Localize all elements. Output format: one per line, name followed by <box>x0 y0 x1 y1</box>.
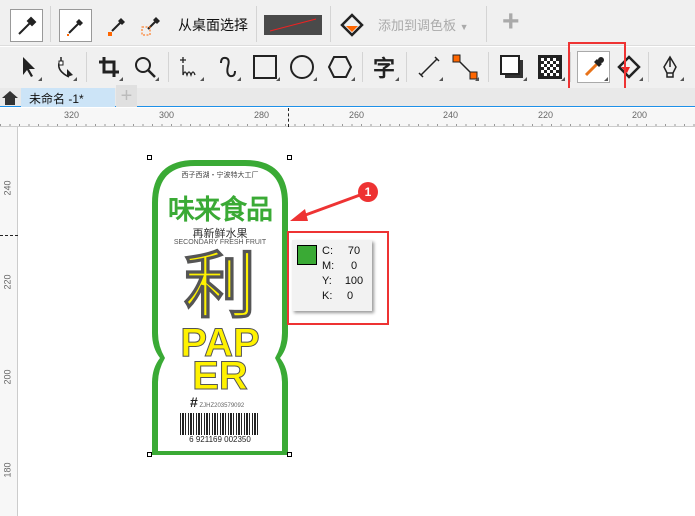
ruler-label: 300 <box>159 110 175 120</box>
chevron-down-icon: ▼ <box>459 22 469 32</box>
pick-from-desktop-button[interactable]: 从桌面选择 <box>178 15 248 35</box>
eyedropper-icon <box>141 16 160 35</box>
magnifier-icon <box>135 57 156 78</box>
horizontal-ruler[interactable]: 320 300 280 260 240 220 200 <box>0 108 695 127</box>
property-bar: 从桌面选择 添加到调色板 ▼ + <box>0 0 695 46</box>
tab-document[interactable]: 未命名 -1* <box>21 88 115 107</box>
ruler-label: 240 <box>2 180 13 196</box>
transparency-tool[interactable] <box>534 52 566 82</box>
label-top-line: 西子西湖・宁波特大工厂 <box>181 172 259 179</box>
dimension-line-icon <box>418 56 440 78</box>
label-code: # ZJHZ203579092 <box>190 394 245 410</box>
crop-tool[interactable] <box>94 52 124 82</box>
color-swatch <box>297 245 317 265</box>
ruler-label: 200 <box>2 369 13 385</box>
y-value: 100 <box>344 275 364 287</box>
label-big-en-2: ER <box>192 354 249 398</box>
dimension-tool[interactable] <box>414 52 444 82</box>
eyedropper-mode-button[interactable] <box>10 9 43 42</box>
ellipse-tool[interactable] <box>286 52 318 82</box>
annotation-badge: 1 <box>358 182 378 202</box>
m-label: M: <box>322 260 335 272</box>
color-tooltip: C: 70 M: 0 Y: 100 K: 0 <box>292 240 372 311</box>
m-value: 0 <box>350 260 358 272</box>
ruler-label: 280 <box>254 110 270 120</box>
k-label: K: <box>322 290 333 302</box>
k-value: 0 <box>346 290 354 302</box>
eyedropper-icon <box>107 17 125 36</box>
eyedropper-icon <box>17 16 36 35</box>
fill-bucket-icon <box>340 13 364 37</box>
color-preview <box>264 15 322 35</box>
add-to-palette-label: 添加到调色板 <box>378 18 457 33</box>
label-subtitle-en: SECONDARY FRESH FRUIT <box>173 239 267 246</box>
apply-color-button[interactable] <box>337 10 367 40</box>
label-brand: 味来食品 <box>168 195 273 225</box>
ruler-label: 240 <box>443 110 459 120</box>
polygon-tool[interactable] <box>324 52 356 82</box>
arrow-pointer-icon <box>23 57 35 77</box>
vertical-ruler[interactable]: 240 220 200 180 <box>0 127 18 516</box>
artistic-media-tool[interactable] <box>212 52 242 82</box>
sample-selection-button[interactable] <box>134 9 167 42</box>
barcode-number: 6 921169 002350 <box>189 435 251 444</box>
drop-shadow-tool[interactable] <box>496 52 528 82</box>
ruler-label: 200 <box>632 110 648 120</box>
cmyk-values: C: 70 M: 0 Y: 100 K: 0 <box>322 244 366 304</box>
crop-icon <box>99 57 119 77</box>
text-tool[interactable]: 字 <box>368 52 400 82</box>
drop-shadow-icon <box>500 55 523 78</box>
ruler-label: 180 <box>2 462 13 478</box>
connector-tool[interactable] <box>450 52 480 82</box>
curve-icon <box>220 56 236 78</box>
sample-1px-button[interactable] <box>59 9 92 42</box>
new-tab-button[interactable]: + <box>116 85 137 107</box>
y-label: Y: <box>322 275 332 287</box>
zoom-tool[interactable] <box>130 52 160 82</box>
pen-tool[interactable] <box>655 52 685 82</box>
ellipse-icon <box>290 55 314 79</box>
shape-node-icon <box>57 57 73 78</box>
add-to-palette-dropdown[interactable]: 添加到调色板 ▼ <box>378 15 469 34</box>
label-artwork[interactable]: 西子西湖・宁波特大工厂 味来食品 再新鲜水果 SECONDARY FRESH F… <box>147 155 292 457</box>
home-tab[interactable] <box>0 88 20 107</box>
shape-tool[interactable] <box>50 52 78 82</box>
text-icon: 字 <box>372 56 395 81</box>
checkerboard-icon <box>538 55 562 79</box>
freehand-tool[interactable] <box>175 52 205 82</box>
pen-nib-icon <box>663 55 677 78</box>
ruler-label: 220 <box>538 110 554 120</box>
tab-label: 未命名 -1* <box>29 92 84 106</box>
code-text: ZJHZ203579092 <box>199 403 245 409</box>
polygon-icon <box>327 56 353 78</box>
barcode <box>180 413 260 435</box>
sample-2x2-button[interactable] <box>100 9 133 42</box>
ruler-label: 260 <box>349 110 365 120</box>
c-label: C: <box>322 245 333 257</box>
eyedropper-icon <box>66 18 83 36</box>
pick-tool[interactable] <box>15 52 43 82</box>
freehand-icon <box>180 57 196 78</box>
label-big-cn: 利 <box>183 247 256 328</box>
rectangle-tool[interactable] <box>249 52 281 82</box>
ruler-label: 320 <box>64 110 80 120</box>
c-value: 70 <box>347 245 361 257</box>
home-icon <box>2 90 18 105</box>
document-tab-bar: 未命名 -1* + <box>0 85 695 107</box>
add-button[interactable]: + <box>502 5 520 39</box>
ruler-label: 220 <box>2 274 13 290</box>
rectangle-icon <box>253 55 277 79</box>
